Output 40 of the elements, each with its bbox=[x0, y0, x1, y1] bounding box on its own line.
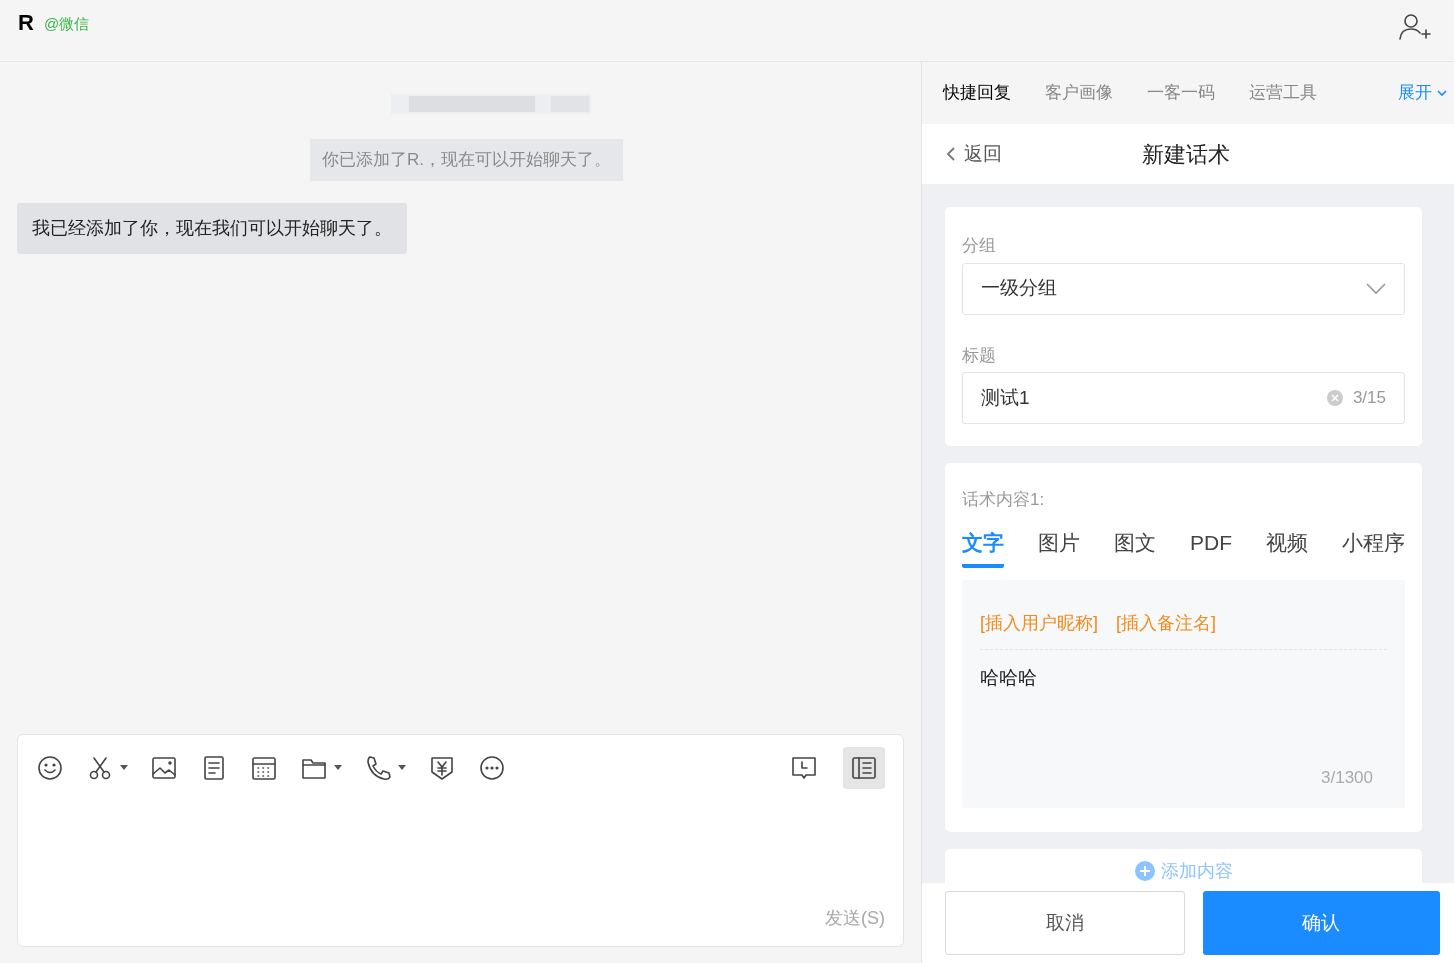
image-icon bbox=[150, 754, 178, 782]
add-contact-button[interactable] bbox=[1398, 12, 1432, 42]
back-button[interactable]: 返回 bbox=[946, 139, 1002, 169]
content-type-tab[interactable]: 小程序 bbox=[1342, 526, 1405, 568]
title-input[interactable]: 测试1 3/15 bbox=[962, 372, 1405, 424]
caret-icon bbox=[120, 765, 128, 771]
smile-icon bbox=[36, 754, 64, 782]
chat-clock-icon bbox=[790, 754, 818, 782]
content-type-tab[interactable]: 图文 bbox=[1114, 526, 1156, 568]
group-select[interactable]: 一级分组 bbox=[962, 262, 1405, 315]
toolbar-button[interactable] bbox=[843, 747, 885, 789]
plus-circle-icon bbox=[1134, 861, 1155, 881]
character-count: 3/15 bbox=[1352, 387, 1386, 410]
contact-name: R bbox=[18, 9, 34, 37]
cancel-button[interactable]: 取消 bbox=[945, 891, 1185, 955]
chevron-down-icon bbox=[1366, 282, 1386, 295]
system-message: 你已添加了R.，现在可以开始聊天了。 bbox=[310, 139, 623, 181]
more-icon bbox=[478, 754, 506, 782]
page-title: 新建话术 bbox=[1142, 140, 1230, 169]
content-type-tab[interactable]: PDF bbox=[1190, 526, 1232, 568]
chevron-left-icon bbox=[946, 146, 956, 162]
side-panel-icon bbox=[850, 754, 878, 782]
add-user-icon bbox=[1398, 12, 1432, 42]
chevron-down-icon bbox=[1436, 89, 1448, 97]
caret-icon bbox=[334, 765, 342, 771]
input-value: 测试1 bbox=[981, 385, 1030, 410]
content-text: 哈哈哈 bbox=[980, 666, 1038, 690]
yuan-shield-icon bbox=[428, 754, 456, 782]
content-type-tab[interactable]: 图片 bbox=[1038, 526, 1080, 568]
calendar-icon bbox=[250, 754, 278, 782]
source-label: @微信 bbox=[43, 14, 90, 35]
phone-icon bbox=[364, 754, 392, 782]
content-type-tab[interactable]: 视频 bbox=[1266, 526, 1308, 568]
caret-icon bbox=[398, 765, 406, 771]
field-label: 分组 bbox=[962, 235, 997, 257]
message-bubble: 我已经添加了你，现在我们可以开始聊天了。 bbox=[17, 202, 407, 254]
field-label: 标题 bbox=[962, 344, 997, 367]
field-label: 话术内容1: bbox=[962, 489, 1046, 511]
panel-tab[interactable]: 快捷回复 bbox=[943, 80, 1011, 106]
character-count: 3/1300 bbox=[1321, 766, 1373, 789]
